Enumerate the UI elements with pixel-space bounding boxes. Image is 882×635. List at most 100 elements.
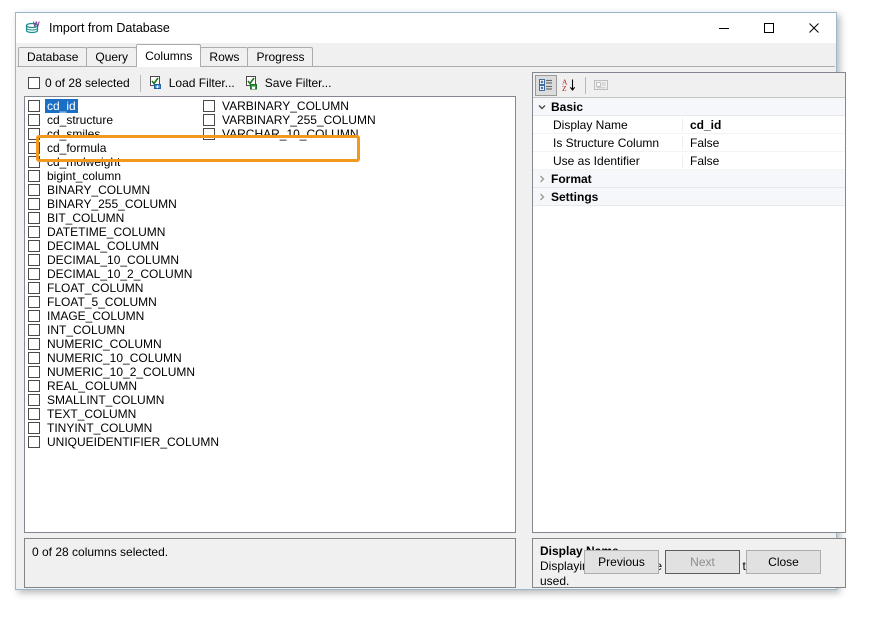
- column-checkbox[interactable]: [28, 156, 40, 168]
- column-checkbox[interactable]: [28, 324, 40, 336]
- list-item[interactable]: BIT_COLUMN: [28, 211, 221, 225]
- columns-tab-panel: 0 of 28 selected Load Filter...: [16, 67, 836, 589]
- tab-query[interactable]: Query: [86, 47, 137, 66]
- minimize-icon: [718, 22, 730, 34]
- minimize-button[interactable]: [701, 13, 746, 43]
- column-checkbox[interactable]: [203, 100, 215, 112]
- list-item[interactable]: VARCHAR_10_COLUMN: [203, 127, 378, 141]
- load-filter-label: Load Filter...: [169, 76, 235, 90]
- property-row-display-name[interactable]: Display Name cd_id: [533, 116, 845, 134]
- list-item[interactable]: cd_id: [28, 99, 221, 113]
- close-dialog-button[interactable]: Close: [746, 550, 821, 574]
- categorized-view-button[interactable]: [535, 75, 557, 96]
- column-checkbox[interactable]: [28, 352, 40, 364]
- list-item[interactable]: BINARY_255_COLUMN: [28, 197, 221, 211]
- column-checkbox[interactable]: [28, 170, 40, 182]
- alphabetical-sort-button[interactable]: A Z: [558, 75, 580, 96]
- column-label: VARBINARY_255_COLUMN: [220, 113, 378, 127]
- column-checkbox[interactable]: [203, 128, 215, 140]
- list-item[interactable]: cd_structure: [28, 113, 221, 127]
- save-filter-button[interactable]: Save Filter...: [241, 73, 338, 94]
- property-value[interactable]: False: [683, 136, 845, 150]
- close-button[interactable]: [791, 13, 836, 43]
- property-name: Display Name: [533, 118, 683, 132]
- list-item[interactable]: cd_formula: [28, 141, 221, 155]
- list-item[interactable]: cd_smiles: [28, 127, 221, 141]
- list-item[interactable]: UNIQUEIDENTIFIER_COLUMN: [28, 435, 221, 449]
- tab-columns[interactable]: Columns: [136, 44, 201, 67]
- column-checkbox[interactable]: [28, 254, 40, 266]
- select-all-columns-checkbox[interactable]: 0 of 28 selected: [24, 73, 136, 94]
- column-label: cd_formula: [45, 141, 108, 155]
- property-pages-button: [590, 75, 612, 96]
- list-item[interactable]: TINYINT_COLUMN: [28, 421, 221, 435]
- column-checkbox[interactable]: [28, 380, 40, 392]
- column-checkbox[interactable]: [28, 198, 40, 210]
- chevron-down-icon[interactable]: [533, 102, 551, 112]
- maximize-button[interactable]: [746, 13, 791, 43]
- list-item[interactable]: SMALLINT_COLUMN: [28, 393, 221, 407]
- list-item[interactable]: DATETIME_COLUMN: [28, 225, 221, 239]
- column-checkbox[interactable]: [28, 338, 40, 350]
- column-label: NUMERIC_10_COLUMN: [45, 351, 184, 365]
- property-category-basic[interactable]: Basic: [533, 98, 845, 116]
- window-titlebar: W Import from Database: [16, 13, 836, 43]
- load-filter-button[interactable]: Load Filter...: [145, 73, 241, 94]
- list-item[interactable]: FLOAT_5_COLUMN: [28, 295, 221, 309]
- list-item[interactable]: cd_molweight: [28, 155, 221, 169]
- chevron-right-icon[interactable]: [533, 192, 551, 202]
- column-checkbox[interactable]: [203, 114, 215, 126]
- column-checkbox[interactable]: [28, 282, 40, 294]
- property-category-settings[interactable]: Settings: [533, 188, 845, 206]
- property-value[interactable]: cd_id: [683, 118, 845, 132]
- list-item[interactable]: DECIMAL_COLUMN: [28, 239, 221, 253]
- list-item[interactable]: VARBINARY_255_COLUMN: [203, 113, 378, 127]
- column-checkbox[interactable]: [28, 408, 40, 420]
- column-checkbox[interactable]: [28, 268, 40, 280]
- categorized-view-icon: [538, 77, 554, 93]
- list-item[interactable]: NUMERIC_10_2_COLUMN: [28, 365, 221, 379]
- column-checkbox[interactable]: [28, 226, 40, 238]
- list-item[interactable]: DECIMAL_10_2_COLUMN: [28, 267, 221, 281]
- tab-database[interactable]: Database: [18, 47, 87, 66]
- maximize-icon: [763, 22, 775, 34]
- column-checkbox[interactable]: [28, 114, 40, 126]
- list-item[interactable]: IMAGE_COLUMN: [28, 309, 221, 323]
- database-import-icon: W: [25, 20, 41, 36]
- chevron-right-icon[interactable]: [533, 174, 551, 184]
- list-item[interactable]: VARBINARY_COLUMN: [203, 99, 378, 113]
- column-checkbox[interactable]: [28, 366, 40, 378]
- column-checkbox[interactable]: [28, 310, 40, 322]
- columns-list[interactable]: cd_id cd_structure cd_smiles cd_formula …: [24, 96, 516, 533]
- column-checkbox[interactable]: [28, 436, 40, 448]
- column-checkbox[interactable]: [28, 422, 40, 434]
- list-item[interactable]: NUMERIC_10_COLUMN: [28, 351, 221, 365]
- column-checkbox[interactable]: [28, 240, 40, 252]
- screen-root: W Import from Database: [0, 0, 882, 635]
- column-checkbox[interactable]: [28, 100, 40, 112]
- property-row-is-structure-column[interactable]: Is Structure Column False: [533, 134, 845, 152]
- list-item[interactable]: bigint_column: [28, 169, 221, 183]
- list-item[interactable]: REAL_COLUMN: [28, 379, 221, 393]
- previous-button[interactable]: Previous: [584, 550, 659, 574]
- column-label: UNIQUEIDENTIFIER_COLUMN: [45, 435, 221, 449]
- list-item[interactable]: DECIMAL_10_COLUMN: [28, 253, 221, 267]
- list-item[interactable]: FLOAT_COLUMN: [28, 281, 221, 295]
- tab-rows[interactable]: Rows: [200, 47, 248, 66]
- column-checkbox[interactable]: [28, 184, 40, 196]
- list-item[interactable]: NUMERIC_COLUMN: [28, 337, 221, 351]
- list-item[interactable]: BINARY_COLUMN: [28, 183, 221, 197]
- property-value[interactable]: False: [683, 154, 845, 168]
- column-checkbox[interactable]: [28, 212, 40, 224]
- column-checkbox[interactable]: [28, 394, 40, 406]
- column-checkbox[interactable]: [28, 142, 40, 154]
- list-item[interactable]: TEXT_COLUMN: [28, 407, 221, 421]
- property-pages-icon: [593, 77, 609, 93]
- list-item[interactable]: INT_COLUMN: [28, 323, 221, 337]
- column-checkbox[interactable]: [28, 128, 40, 140]
- property-row-use-as-identifier[interactable]: Use as Identifier False: [533, 152, 845, 170]
- property-category-format[interactable]: Format: [533, 170, 845, 188]
- save-filter-label: Save Filter...: [265, 76, 332, 90]
- tab-progress[interactable]: Progress: [247, 47, 313, 66]
- column-checkbox[interactable]: [28, 296, 40, 308]
